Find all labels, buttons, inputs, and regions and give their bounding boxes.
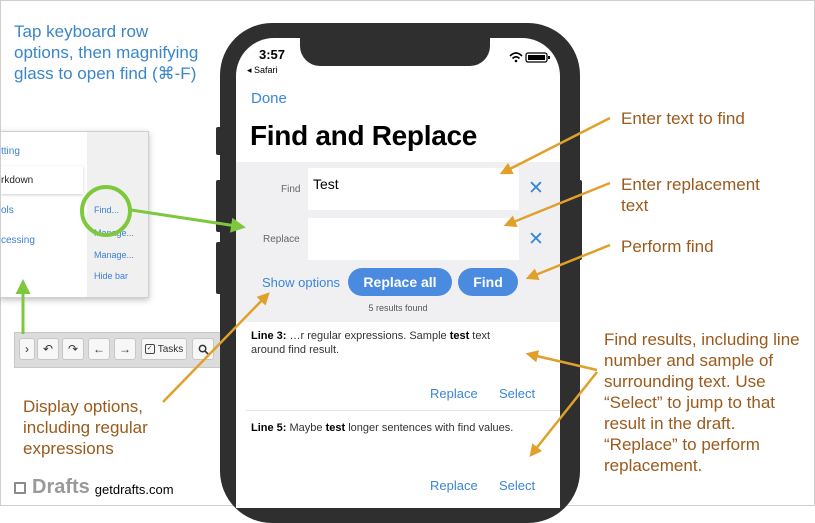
keyboard-row: › ↶ ↷ ← → ✓ Tasks	[14, 332, 226, 368]
annotation-find-results: Find results, including line number and …	[604, 330, 800, 475]
phone-notch	[300, 38, 490, 66]
replace-input[interactable]	[308, 218, 519, 260]
result-match: test	[449, 330, 470, 342]
drafts-logo-icon	[14, 481, 26, 494]
menu-item-manage-1[interactable]: Manage...	[94, 228, 134, 238]
replace-all-button[interactable]: Replace all	[348, 268, 452, 296]
phone-silent-switch	[216, 127, 222, 155]
status-time: 3:57	[259, 47, 286, 62]
result-item-2[interactable]: Line 5: Maybe test longer sentences with…	[251, 421, 521, 435]
clear-find-icon[interactable]: ✕	[528, 177, 544, 200]
wifi-icon	[509, 52, 523, 63]
menu-item-manage-2[interactable]: Manage...	[94, 250, 134, 260]
results-count: 5 results found	[368, 303, 428, 313]
arrow-right-icon[interactable]: →	[114, 338, 136, 360]
clear-replace-icon[interactable]: ✕	[528, 228, 544, 251]
arrow-left-icon[interactable]: ←	[88, 338, 110, 360]
result-line-number: Line 5:	[251, 422, 287, 434]
tasks-checkbox-icon: ✓	[144, 344, 155, 354]
annotation-enter-find: Enter text to find	[621, 109, 745, 128]
brand-name: Drafts	[32, 476, 90, 498]
phone-power-button	[576, 180, 582, 260]
annotation-enter-replacement: Enter replacement text	[621, 175, 760, 215]
menu-item-tools[interactable]: ols	[1, 205, 14, 216]
result-text-before: Maybe	[286, 422, 326, 434]
keyboard-row-menu: tting rkdown ols cessing Find... Manage.…	[0, 131, 149, 298]
find-button[interactable]: Find	[458, 268, 518, 296]
done-button[interactable]: Done	[251, 90, 287, 107]
battery-icon	[525, 52, 550, 63]
show-options-button[interactable]: Show options	[262, 275, 340, 290]
tasks-button[interactable]: ✓ Tasks	[141, 338, 187, 360]
find-input[interactable]	[308, 168, 519, 210]
back-to-app-link[interactable]: ◂ Safari	[247, 65, 278, 76]
annotation-tap-keyboard: Tap keyboard row options, then magnifyin…	[14, 22, 199, 83]
phone-volume-up	[216, 180, 222, 232]
result-divider	[246, 410, 560, 411]
tasks-label: Tasks	[157, 343, 184, 355]
drafts-logo: Drafts getdrafts.com	[14, 476, 174, 499]
result-text-before: …r regular expressions. Sample	[286, 330, 450, 342]
result-line-number: Line 3:	[251, 330, 287, 342]
menu-item-hide-bar[interactable]: Hide bar	[94, 271, 128, 281]
menu-item-formatting[interactable]: tting	[1, 146, 20, 157]
redo-icon[interactable]: ↷	[62, 338, 84, 360]
undo-icon[interactable]: ↶	[37, 338, 59, 360]
phone-volume-down	[216, 242, 222, 294]
replace-result-1-button[interactable]: Replace	[430, 386, 478, 401]
annotation-display-options: Display options, including regular expre…	[23, 397, 148, 458]
select-result-1-button[interactable]: Select	[499, 386, 535, 401]
annotation-perform-find: Perform find	[621, 237, 714, 256]
result-item-1[interactable]: Line 3: …r regular expressions. Sample t…	[251, 329, 521, 357]
replace-result-2-button[interactable]: Replace	[430, 478, 478, 493]
search-icon[interactable]	[192, 338, 214, 360]
result-text-after: longer sentences with find values.	[345, 422, 514, 434]
menu-item-processing[interactable]: cessing	[1, 235, 35, 246]
result-match: test	[325, 422, 346, 434]
brand-url: getdrafts.com	[94, 482, 174, 497]
chevron-right-icon[interactable]: ›	[19, 338, 35, 360]
status-icons	[508, 50, 552, 68]
find-label: Find	[281, 184, 301, 195]
replace-label: Replace	[263, 234, 300, 245]
find-input-value: Test	[313, 176, 339, 192]
page-title: Find and Replace	[250, 120, 478, 151]
menu-item-markdown[interactable]: rkdown	[1, 175, 33, 186]
select-result-2-button[interactable]: Select	[499, 478, 535, 493]
menu-item-find[interactable]: Find...	[94, 205, 119, 215]
